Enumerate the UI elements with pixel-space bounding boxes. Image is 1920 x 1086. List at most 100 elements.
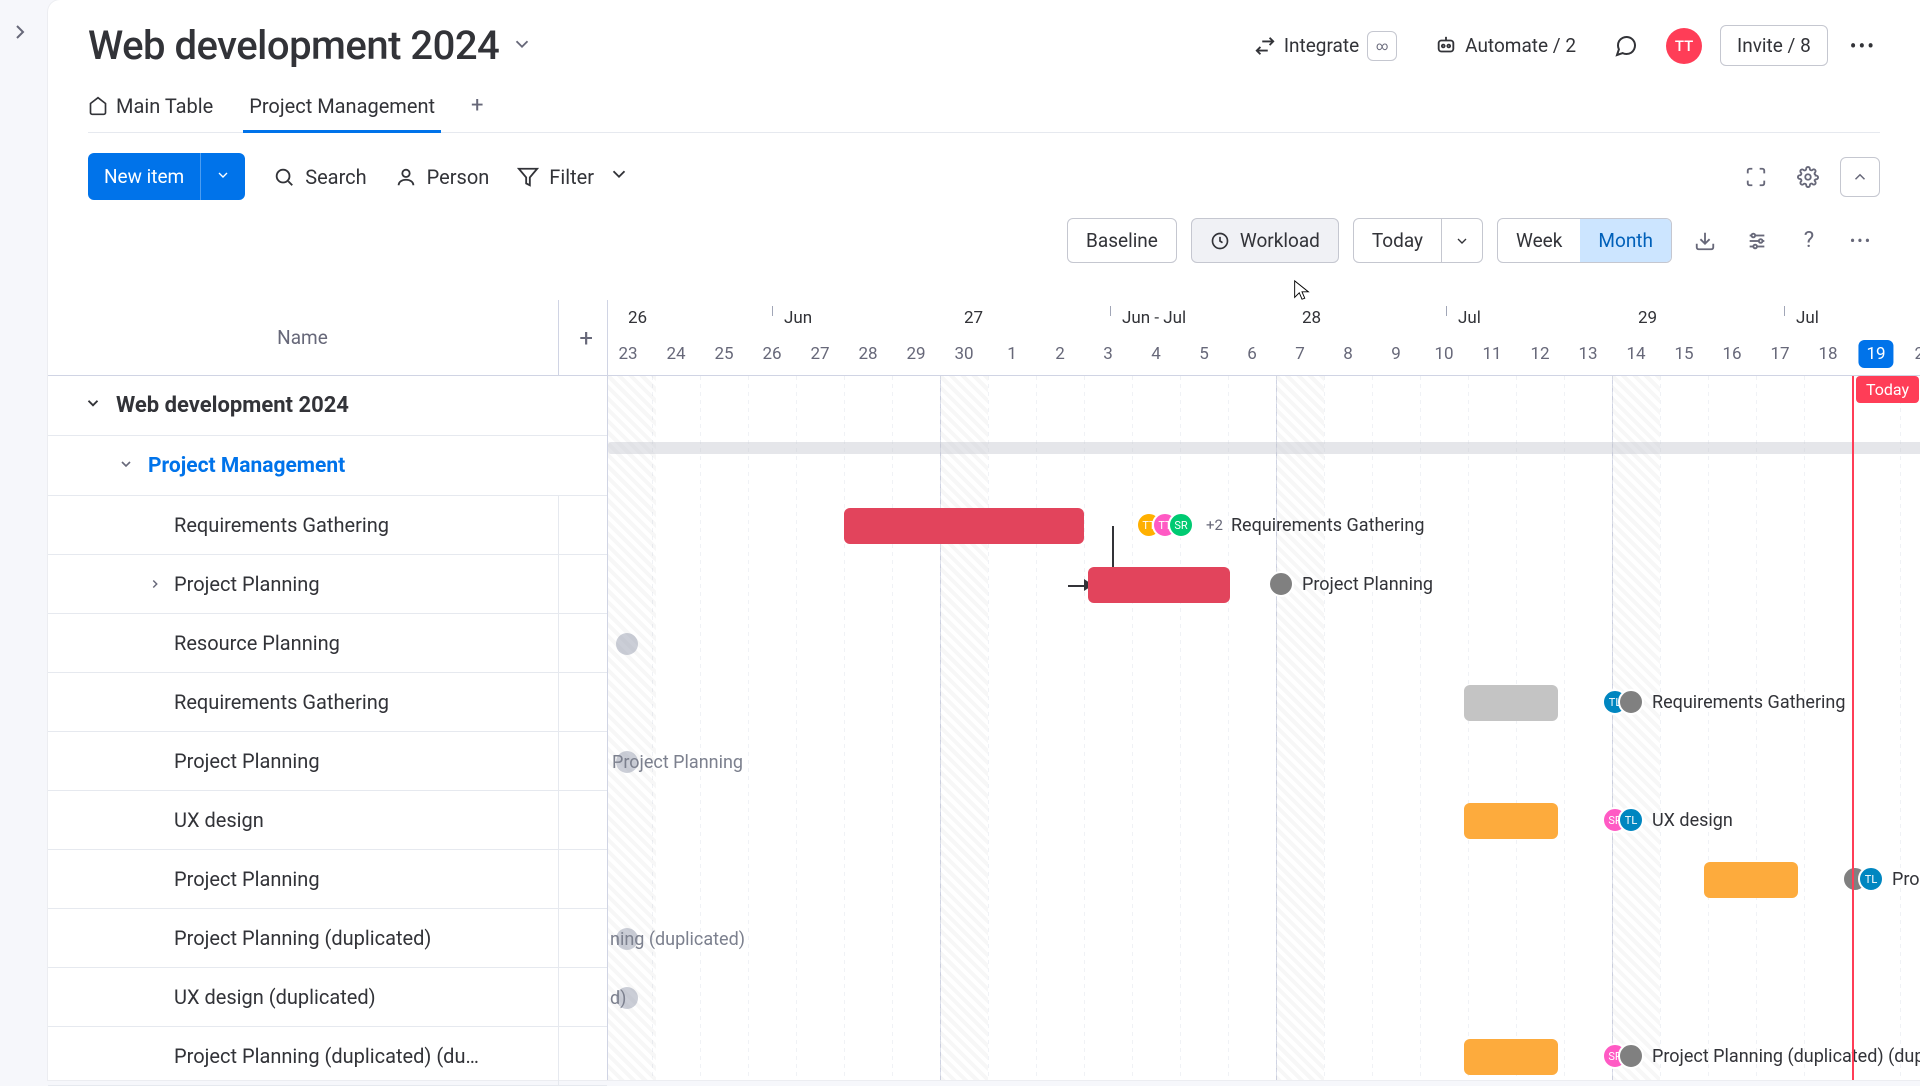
integrate-button[interactable]: Integrate ∞ [1244,25,1407,67]
gantt-bar[interactable] [1464,685,1558,721]
date-cell: 28 [858,344,877,364]
subgroup-label: Project Management [148,454,345,478]
add-column-icon[interactable]: + [579,324,593,352]
gantt-bar-label: Project Planning [1268,571,1433,597]
gantt-bar[interactable] [844,508,1084,544]
week-label: Jun - Jul [1122,308,1186,328]
subgroup-row[interactable]: Project Management [48,436,607,496]
tab-project-management[interactable]: Project Management [249,94,435,132]
download-icon[interactable] [1686,222,1724,260]
tab-pm-label: Project Management [249,94,435,118]
integration-badge-icon: ∞ [1367,31,1397,61]
collapse-icon[interactable] [1840,157,1880,197]
fullscreen-icon[interactable] [1736,157,1776,197]
automate-button[interactable]: Automate / 2 [1425,28,1586,63]
gantt-bar[interactable] [1704,862,1798,898]
date-cell: 6 [1247,344,1257,364]
chevron-down-icon [118,454,134,478]
group-label: Web development 2024 [116,393,349,418]
week-label: 28 [1302,308,1321,328]
baseline-button[interactable]: Baseline [1067,218,1177,263]
task-row[interactable]: Project Planning [48,732,607,791]
gantt-bar[interactable] [1464,803,1558,839]
zoom-segment: Week Month [1497,218,1672,263]
gantt-bar[interactable] [1464,1039,1558,1075]
date-cell: 12 [1530,344,1549,364]
today-badge: Today [1856,376,1919,403]
task-row[interactable]: UX design (duplicated) [48,968,607,1027]
title-caret-icon[interactable] [511,33,533,59]
date-cell: 13 [1578,344,1597,364]
date-cell: 10 [1434,344,1453,364]
date-cell: 5 [1199,344,1209,364]
chevron-right-icon[interactable] [148,572,162,596]
settings-icon[interactable] [1788,157,1828,197]
search-button[interactable]: Search [273,165,366,189]
task-row[interactable]: Requirements Gathering [48,673,607,732]
date-cell: 2 [1055,344,1065,364]
sliders-icon[interactable] [1738,222,1776,260]
expand-rail-icon[interactable] [8,20,32,44]
date-cell: 27 [810,344,829,364]
date-cell: 1 [1007,344,1017,364]
cursor-icon [1291,279,1313,301]
task-row[interactable]: Project Planning (duplicated) (du… [48,1027,607,1086]
date-cell: 17 [1770,344,1789,364]
board-title[interactable]: Web development 2024 [88,22,499,69]
workload-label: Workload [1240,229,1320,252]
gantt-more-icon[interactable]: ••• [1842,222,1880,260]
offscreen-indicator-icon[interactable] [616,633,638,655]
zoom-week[interactable]: Week [1498,219,1580,262]
today-dropdown-icon[interactable] [1442,218,1483,263]
task-row[interactable]: Project Planning [48,850,607,909]
date-cell: 26 [762,344,781,364]
automate-label: Automate / 2 [1465,34,1576,57]
task-row[interactable]: Project Planning (duplicated) [48,909,607,968]
filter-dropdown-icon[interactable] [608,163,630,190]
gantt-bar[interactable] [1088,567,1230,603]
date-cell: 8 [1343,344,1353,364]
person-filter-button[interactable]: Person [395,165,490,189]
chat-button[interactable] [1604,28,1648,64]
date-cell: 15 [1674,344,1693,364]
more-assignees-count: +2 [1206,516,1223,534]
offscreen-bar-label: d) [610,988,626,1009]
zoom-month[interactable]: Month [1580,219,1671,262]
tab-main-label: Main Table [116,94,213,118]
new-item-label: New item [88,153,200,200]
filter-label: Filter [549,165,594,189]
offscreen-bar-label: ning (duplicated) [610,929,745,950]
add-tab-button[interactable]: + [471,93,483,132]
filter-button[interactable]: Filter [517,163,630,190]
week-label: 29 [1638,308,1657,328]
new-item-dropdown-icon[interactable] [200,153,245,200]
assignee-avatar: TL [1618,807,1644,833]
task-row[interactable]: UX design [48,791,607,850]
chevron-down-icon [84,393,102,418]
task-row[interactable]: Requirements Gathering [48,496,607,555]
more-menu-icon[interactable]: ••• [1846,28,1880,64]
name-column-header: Name [48,326,557,349]
integrate-label: Integrate [1284,34,1359,57]
gantt-bar-label: TTTTSR+2Requirements Gathering [1136,512,1424,538]
group-row[interactable]: Web development 2024 [48,376,607,436]
assignee-avatar [1268,571,1294,597]
person-label: Person [427,165,490,189]
user-avatar[interactable]: TT [1666,28,1702,64]
workload-button[interactable]: Workload [1191,218,1339,263]
task-row[interactable]: Resource Planning [48,614,607,673]
gantt-bar-label: SRTLUX design [1602,807,1733,833]
date-cell: 30 [954,344,973,364]
offscreen-bar-label: Project Planning [612,752,743,773]
new-item-button[interactable]: New item [88,153,245,200]
date-cell: 16 [1722,344,1741,364]
help-icon[interactable]: ? [1790,222,1828,260]
date-cell: 25 [714,344,733,364]
invite-button[interactable]: Invite / 8 [1720,25,1828,66]
task-row[interactable]: Project Planning [48,555,607,614]
date-cell: 11 [1482,344,1501,364]
assignee-avatar: TL [1858,866,1884,892]
assignee-avatar [1618,689,1644,715]
tab-main-table[interactable]: Main Table [88,94,213,132]
today-button[interactable]: Today [1353,218,1442,263]
